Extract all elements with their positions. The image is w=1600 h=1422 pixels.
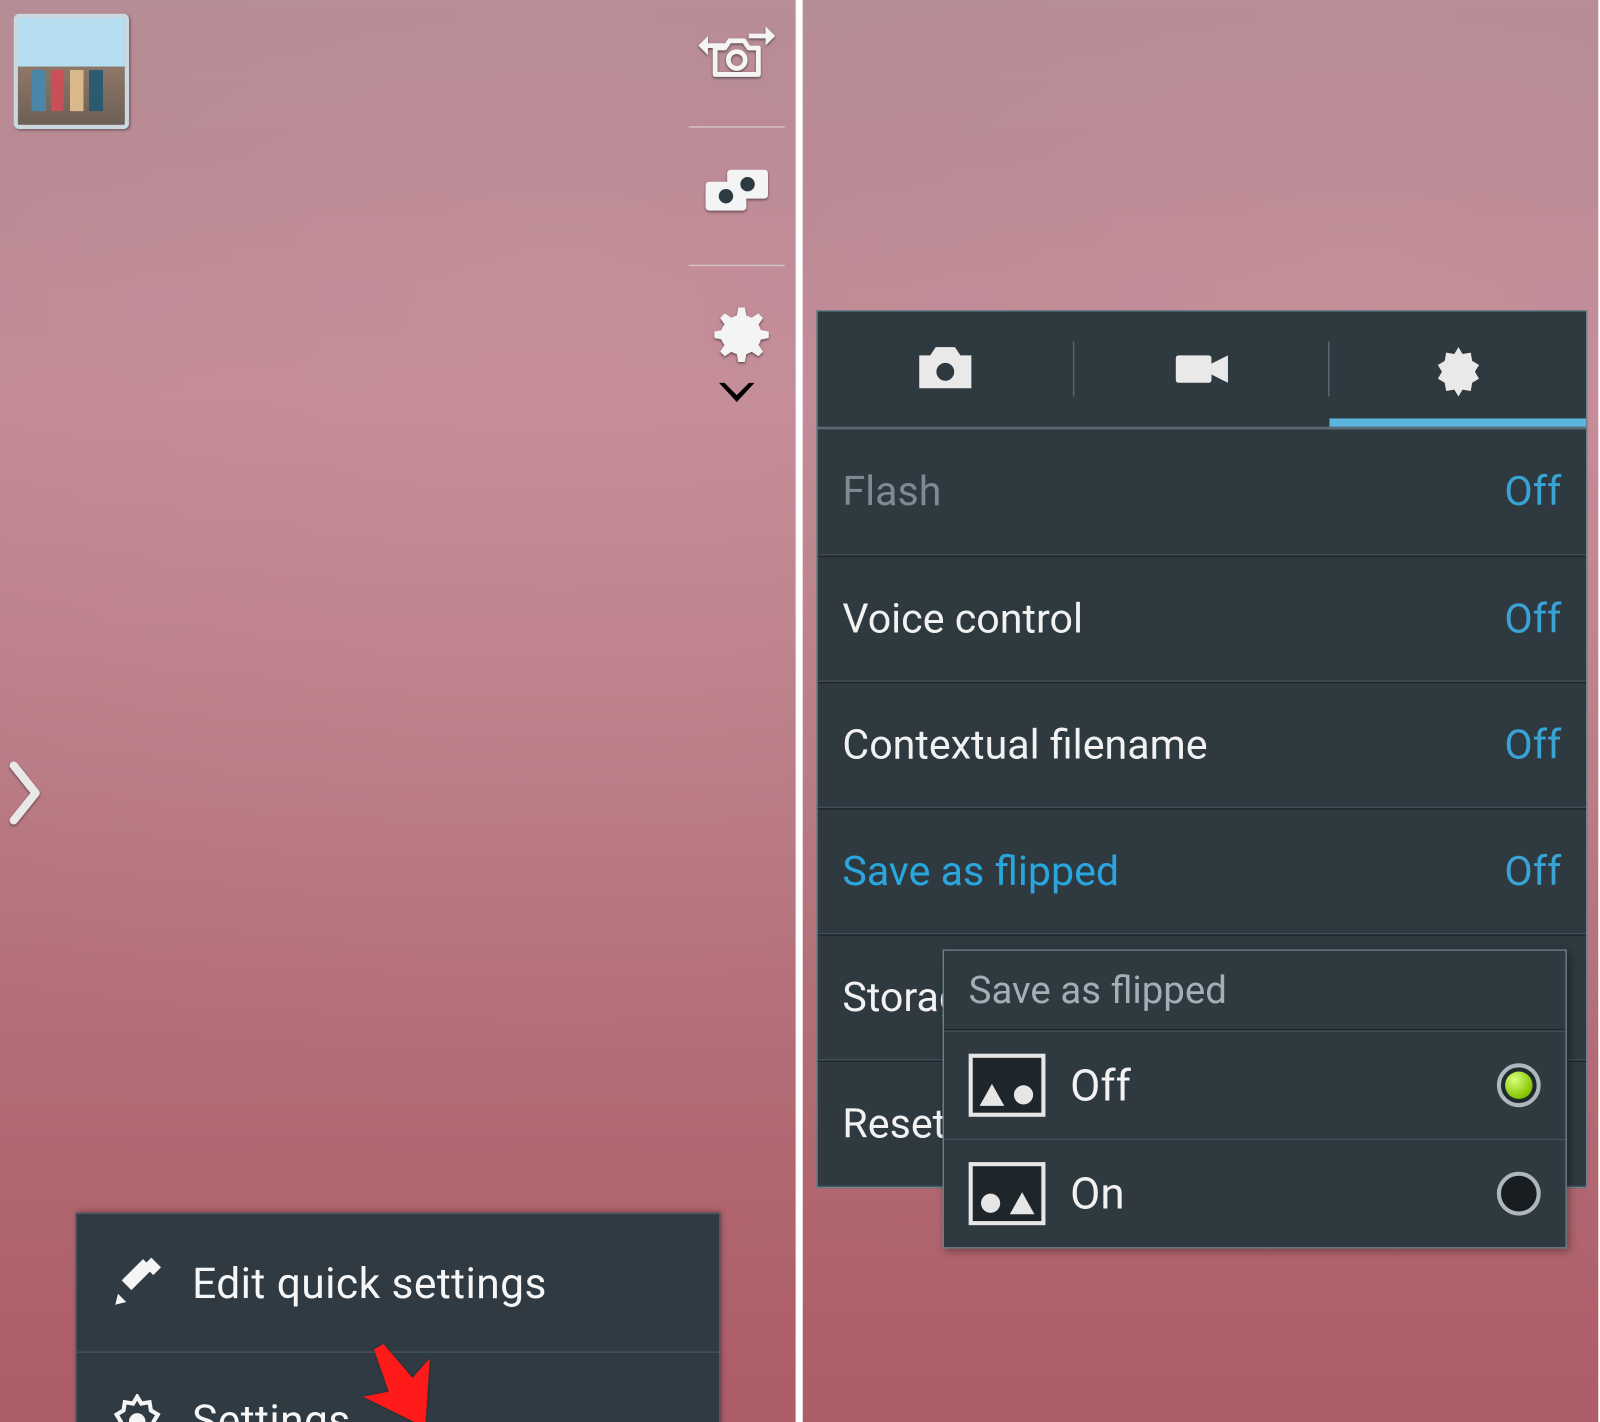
row-save-as-flipped[interactable]: Save as flipped Off <box>818 808 1586 934</box>
stage: Edit quick settings Settings ? Help <box>0 0 1598 1422</box>
row-value: Off <box>1504 847 1561 895</box>
dual-camera-icon[interactable] <box>698 158 775 235</box>
popover-option-off[interactable]: Off <box>944 1030 1566 1138</box>
settings-tabs <box>818 311 1586 426</box>
tab-general[interactable] <box>1330 311 1586 426</box>
expand-settings-button[interactable] <box>698 296 775 400</box>
row-label: Contextual filename <box>842 721 1207 769</box>
row-label: Save as flipped <box>842 847 1119 895</box>
row-contextual-filename[interactable]: Contextual filename Off <box>818 682 1586 808</box>
menu-item-label: Settings <box>192 1395 351 1422</box>
radio-unselected <box>1497 1172 1541 1216</box>
row-value: Off <box>1504 721 1561 769</box>
tab-video[interactable] <box>1074 311 1330 426</box>
save-as-flipped-popover: Save as flipped Off On <box>943 949 1567 1248</box>
row-label: Voice control <box>842 595 1083 643</box>
toolbar-separator <box>689 265 785 266</box>
popover-title: Save as flipped <box>944 951 1566 1031</box>
row-label: Flash <box>842 468 941 516</box>
image-flipped-icon <box>969 1162 1046 1225</box>
toolbar-separator <box>689 126 785 127</box>
popover-option-on[interactable]: On <box>944 1139 1566 1247</box>
option-label: Off <box>1070 1059 1472 1111</box>
gear-icon <box>110 1393 165 1422</box>
settings-gear-icon <box>698 296 775 373</box>
mode-drawer-handle[interactable] <box>8 759 44 825</box>
screenshot-left: Edit quick settings Settings ? Help <box>0 0 796 1422</box>
row-value: Off <box>1504 595 1561 643</box>
menu-item-edit-quick-settings[interactable]: Edit quick settings <box>77 1214 719 1351</box>
image-icon <box>969 1054 1046 1117</box>
row-value: Off <box>1504 468 1561 516</box>
radio-selected <box>1497 1063 1541 1107</box>
row-label: Reset <box>842 1100 946 1148</box>
row-voice-control[interactable]: Voice control Off <box>818 556 1586 682</box>
menu-item-label: Edit quick settings <box>192 1257 547 1308</box>
option-label: On <box>1070 1168 1472 1220</box>
row-flash[interactable]: Flash Off <box>818 429 1586 555</box>
tab-camera[interactable] <box>818 311 1074 426</box>
switch-camera-icon[interactable] <box>698 19 775 96</box>
chevron-down-icon <box>719 381 755 400</box>
gallery-thumbnail[interactable] <box>14 14 129 129</box>
right-toolbar <box>689 19 785 400</box>
video-icon <box>1170 342 1233 397</box>
camera-icon <box>914 342 977 397</box>
screenshot-right: Flash Off Voice control Off Contextual f… <box>803 0 1599 1422</box>
pencil-icon <box>110 1255 165 1310</box>
camera-viewfinder <box>0 0 796 1422</box>
gear-icon <box>1426 342 1489 397</box>
